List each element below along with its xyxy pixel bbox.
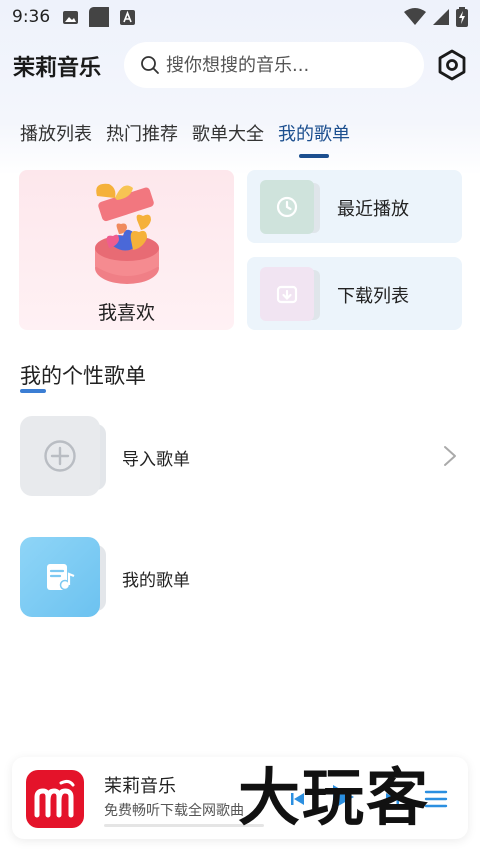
wifi-icon <box>404 8 426 25</box>
my-playlist-label: 我的歌单 <box>122 571 190 591</box>
recent-play-label: 最近播放 <box>337 199 409 220</box>
import-playlist-label: 导入歌单 <box>122 450 190 470</box>
settings-icon[interactable] <box>436 49 468 81</box>
download-list-label: 下载列表 <box>337 286 409 307</box>
plus-circle-icon <box>44 440 76 472</box>
next-icon[interactable] <box>384 791 400 807</box>
tab-my-playlists[interactable]: 我的歌单 <box>278 120 350 156</box>
favorite-card[interactable]: 我喜欢 <box>19 170 234 330</box>
clock-icon <box>276 196 298 218</box>
mini-player[interactable]: 茉莉音乐 免费畅听下载全网歌曲 <box>12 757 468 839</box>
search-input[interactable] <box>166 54 406 76</box>
app-square-icon <box>89 7 110 27</box>
playlist-menu-icon[interactable] <box>424 789 448 809</box>
my-playlist-thumb <box>20 537 100 617</box>
favorite-label: 我喜欢 <box>97 302 155 324</box>
progress-bar[interactable] <box>104 824 264 827</box>
import-playlist-item[interactable]: 导入歌单 <box>0 416 480 496</box>
music-document-icon <box>47 564 75 591</box>
play-icon[interactable] <box>330 783 356 811</box>
section-underline <box>20 389 46 393</box>
signal-icon <box>433 9 449 25</box>
player-title: 茉莉音乐 <box>104 776 176 797</box>
a-letter-icon <box>120 9 136 25</box>
my-playlist-item[interactable]: 我的歌单 <box>0 537 480 617</box>
download-list-card[interactable]: 下载列表 <box>247 257 462 330</box>
app-logo-icon <box>34 779 75 818</box>
chevron-right-icon[interactable] <box>440 444 460 468</box>
status-indicators <box>404 7 468 27</box>
status-time: 9:36 <box>12 7 51 27</box>
search-bar[interactable] <box>124 42 424 88</box>
app-logo <box>26 770 84 828</box>
tab-playlist[interactable]: 播放列表 <box>20 120 92 156</box>
status-bar: 9:36 <box>0 0 480 34</box>
tab-all-playlists[interactable]: 歌单大全 <box>192 120 264 156</box>
recent-thumb <box>260 180 314 234</box>
app-header: 茉莉音乐 <box>0 42 480 88</box>
tab-hot-recommend[interactable]: 热门推荐 <box>106 120 178 156</box>
search-icon <box>141 56 159 74</box>
battery-icon <box>456 7 468 27</box>
recent-play-card[interactable]: 最近播放 <box>247 170 462 243</box>
app-title: 茉莉音乐 <box>13 56 102 81</box>
previous-icon[interactable] <box>290 791 306 807</box>
section-title: 我的个性歌单 <box>20 364 146 388</box>
download-icon <box>276 285 298 304</box>
import-thumb <box>20 416 100 496</box>
download-thumb <box>260 267 314 321</box>
gift-box-heart-icon <box>95 183 159 284</box>
player-subtitle: 免费畅听下载全网歌曲 <box>104 803 244 819</box>
tab-bar: 播放列表 热门推荐 歌单大全 我的歌单 <box>20 120 350 156</box>
image-icon <box>63 10 79 24</box>
